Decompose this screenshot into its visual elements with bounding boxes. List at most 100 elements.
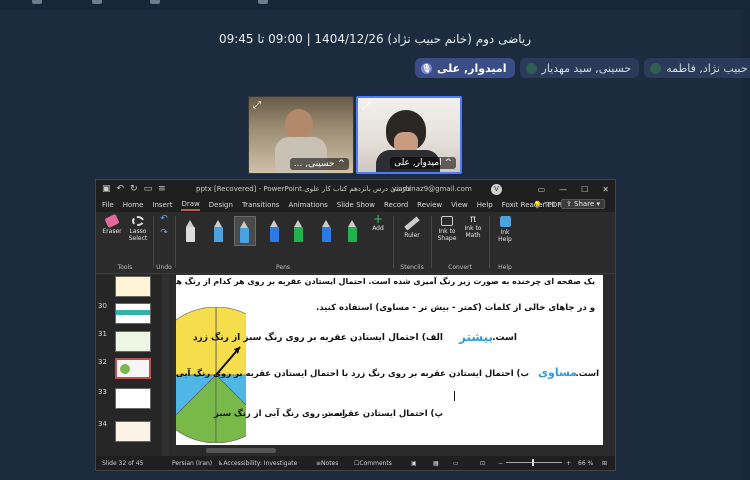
expand-icon[interactable]: ⤢ <box>253 100 261 111</box>
accessibility-status[interactable]: ♿ Accessibility: Investigate <box>218 460 297 467</box>
zoom-slider-thumb[interactable] <box>532 459 534 466</box>
mic-icon: 🎙 <box>421 62 432 74</box>
stencils-group-label: Stencils <box>400 264 424 271</box>
close-icon[interactable]: ✕ <box>602 185 609 194</box>
undo-button[interactable]: ↶ <box>158 214 170 224</box>
slide-thumbnail-selected[interactable] <box>115 358 151 379</box>
add-pen-button[interactable]: + Add <box>368 213 388 232</box>
thumbnail-bar <box>116 310 150 315</box>
slide-sorter-icon[interactable]: ▦ <box>433 460 439 467</box>
share-button[interactable]: ⇪ Share ▾ <box>560 199 605 209</box>
participant-chip[interactable]: حسینی, سید مهدیار <box>519 58 640 78</box>
selected-pen[interactable] <box>234 216 256 246</box>
thumbnail-spinner <box>120 364 130 374</box>
tab-view[interactable]: View <box>451 201 468 209</box>
maximize-icon[interactable]: ☐ <box>581 185 588 194</box>
tab-review[interactable]: Review <box>417 201 442 209</box>
save-icon[interactable]: ▣ <box>102 184 111 194</box>
toolbar-icon[interactable] <box>32 0 42 4</box>
eraser-button[interactable]: Eraser <box>100 213 124 235</box>
avatar[interactable]: V <box>491 183 502 195</box>
slide-number: 31 <box>98 330 107 338</box>
pen-tool[interactable] <box>186 220 195 242</box>
zoom-slider[interactable] <box>506 462 562 463</box>
tab-transitions[interactable]: Transitions <box>242 201 280 209</box>
ink-to-shape-button[interactable]: Ink to Shape <box>434 216 460 242</box>
fit-slide-icon[interactable]: ⊞ <box>602 460 607 467</box>
undo-group: ↶ ↷ Undo <box>154 214 174 272</box>
lasso-label: Lasso Select <box>128 228 148 242</box>
pen-tool[interactable] <box>322 220 331 242</box>
toolbar-icon[interactable] <box>150 0 160 4</box>
slide-thumbnail[interactable] <box>115 421 151 442</box>
add-label: Add <box>372 225 384 232</box>
slide-vertical-scrollbar[interactable] <box>603 275 615 457</box>
side-scrollbar[interactable] <box>742 10 750 480</box>
question-b: ب) احتمال ایستادن عقربه بر روی رنگ زرد ب… <box>176 369 529 379</box>
tab-slideshow[interactable]: Slide Show <box>337 201 375 209</box>
lasso-button[interactable]: Lasso Select <box>126 216 150 242</box>
normal-view-icon[interactable]: ▣ <box>411 460 417 467</box>
slide-thumbnail[interactable] <box>115 331 151 352</box>
slideshow-icon[interactable]: ⊡ <box>480 460 485 467</box>
zoom-level[interactable]: 66 % <box>578 460 593 467</box>
pen-tip <box>214 220 222 227</box>
ink-to-math-button[interactable]: π Ink to Math <box>460 215 486 240</box>
slide-number: 32 <box>98 358 107 366</box>
zoom-in-icon[interactable]: + <box>566 460 571 467</box>
tab-insert[interactable]: Insert <box>152 201 172 209</box>
participant-chip[interactable]: 🎙 امیدوار, علی <box>415 58 515 78</box>
scroll-thumb[interactable] <box>206 448 276 453</box>
pen-tool[interactable] <box>294 220 303 242</box>
tab-design[interactable]: Design <box>209 201 233 209</box>
help-group: Ink Help Help <box>490 214 520 272</box>
tab-record[interactable]: Record <box>384 201 408 209</box>
tab-draw[interactable]: Draw <box>181 200 200 211</box>
participant-name: حبیب نژاد, فاطمه <box>666 61 748 75</box>
video-name: ^ حسینی, ... <box>289 158 349 170</box>
ink-help-button[interactable]: Ink Help <box>493 216 517 243</box>
pen-tool[interactable] <box>214 220 223 242</box>
pen-tool[interactable] <box>270 220 279 242</box>
tab-home[interactable]: Home <box>123 201 144 209</box>
pen-tool[interactable] <box>348 220 357 242</box>
video-tile[interactable]: ⤢ ^ حسینی, ... <box>248 96 354 174</box>
zoom-out-icon[interactable]: − <box>498 460 503 467</box>
eraser-icon <box>104 213 120 229</box>
slide-thumbnail[interactable] <box>115 276 151 297</box>
slide-thumbnail[interactable] <box>115 388 151 409</box>
video-name: ^ امیدوار, علی <box>390 157 456 169</box>
present-icon[interactable]: ▭ <box>144 184 153 194</box>
ribbon-tabs: File Home Insert Draw Design Transitions… <box>96 198 615 212</box>
status-bar: Slide 32 of 45 Persian (Iran) ♿ Accessib… <box>96 456 615 470</box>
reading-view-icon[interactable]: ▭ <box>453 460 459 467</box>
slide-thumbnail[interactable] <box>115 303 151 324</box>
notes-button[interactable]: ≡ Notes <box>316 460 338 467</box>
undo-icon[interactable]: ↶ <box>117 184 125 194</box>
lasso-icon <box>132 216 144 226</box>
thumbnail-scrollbar[interactable] <box>162 275 169 457</box>
toolbar-icon[interactable] <box>258 0 268 4</box>
ribbon-display-icon[interactable]: ▭ <box>538 185 546 194</box>
ink-to-math-label: Ink to Math <box>464 225 482 239</box>
more-icon[interactable]: ≡ <box>158 184 166 194</box>
document-title: فارسی درس بانزدهم کتاب کار علوی.pptx [Re… <box>196 185 411 193</box>
video-tile[interactable]: ⤢ ^ امیدوار, علی <box>356 96 462 174</box>
tab-help[interactable]: Help <box>477 201 493 209</box>
redo-icon[interactable]: ↻ <box>130 184 138 194</box>
participant-chip[interactable]: حبیب نژاد, فاطمه <box>644 58 750 78</box>
language-status[interactable]: Persian (Iran) <box>172 460 212 467</box>
undo-icon: ↶ <box>160 214 168 224</box>
tab-file[interactable]: File <box>102 201 114 209</box>
pen-body <box>294 227 303 242</box>
minimize-icon[interactable]: — <box>559 185 567 194</box>
tab-animations[interactable]: Animations <box>288 201 327 209</box>
redo-button[interactable]: ↷ <box>158 229 170 238</box>
expand-icon[interactable]: ⤢ <box>362 101 370 112</box>
ruler-button[interactable]: Ruler <box>400 216 424 239</box>
meeting-app: ریاضی دوم (خانم حبیب نژاد) 1404/12/26 | … <box>0 0 750 480</box>
slide-number: 33 <box>98 388 107 396</box>
comments-button[interactable]: ☐ Comments <box>354 460 392 467</box>
slide-number: 34 <box>98 420 107 428</box>
toolbar-icon[interactable] <box>92 0 102 4</box>
